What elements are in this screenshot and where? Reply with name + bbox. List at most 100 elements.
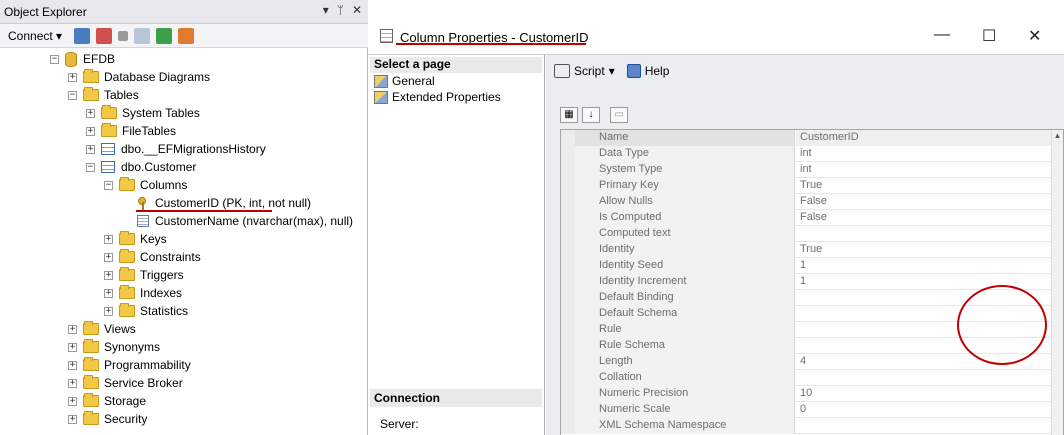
refresh-icon[interactable] <box>156 27 173 44</box>
property-value[interactable]: True <box>796 242 1053 258</box>
tree-node[interactable]: − dbo.Customer <box>86 158 196 176</box>
expand-icon[interactable]: + <box>68 360 77 370</box>
categorized-view-icon[interactable]: ▦ <box>560 107 578 123</box>
tree-node[interactable]: + Views <box>68 320 136 338</box>
expand-icon[interactable]: + <box>104 252 113 262</box>
property-row[interactable]: Data Type int <box>561 146 1063 162</box>
property-row[interactable]: Computed text <box>561 226 1063 242</box>
tree-node[interactable]: CustomerName (nvarchar(max), null) <box>122 212 353 230</box>
tree-node[interactable]: + Triggers <box>104 266 184 284</box>
property-value[interactable]: 10 <box>796 386 1053 402</box>
tree-node[interactable]: + Security <box>68 410 147 428</box>
close-icon[interactable]: ✕ <box>352 3 362 17</box>
tree-node-label: Programmability <box>104 358 191 372</box>
property-row[interactable]: Primary Key True <box>561 178 1063 194</box>
property-row[interactable]: System Type int <box>561 162 1063 178</box>
expand-icon[interactable]: + <box>104 288 113 298</box>
tree-node[interactable]: − Columns <box>104 176 187 194</box>
property-name: Length <box>561 354 795 370</box>
maximize-icon[interactable]: ☐ <box>982 26 996 46</box>
folder-icon <box>83 339 99 353</box>
script-button[interactable]: Script <box>574 64 605 78</box>
property-value[interactable]: int <box>796 162 1053 178</box>
property-grid-scrollbar[interactable]: ▲ <box>1051 130 1063 435</box>
script-icon <box>554 64 570 78</box>
minimize-icon[interactable]: — <box>934 26 950 44</box>
script-dropdown-icon[interactable]: ▾ <box>609 64 615 78</box>
property-row[interactable]: Identity Seed 1 <box>561 258 1063 274</box>
tree-node[interactable]: + dbo.__EFMigrationsHistory <box>86 140 266 158</box>
expand-icon[interactable]: + <box>68 324 77 334</box>
property-row[interactable]: Name CustomerID <box>561 130 1063 146</box>
property-row[interactable]: XML Schema Namespace <box>561 418 1063 434</box>
property-value[interactable]: True <box>796 178 1053 194</box>
page-item-general[interactable]: General <box>374 73 435 89</box>
expand-icon[interactable]: + <box>104 306 113 316</box>
tree-node[interactable]: + Storage <box>68 392 146 410</box>
tree-node[interactable]: + System Tables <box>86 104 200 122</box>
connect-object-icon[interactable] <box>74 27 91 44</box>
property-row[interactable]: Identity True <box>561 242 1063 258</box>
expand-icon[interactable]: + <box>86 108 95 118</box>
folder-icon <box>119 267 135 281</box>
tree-node[interactable]: + Keys <box>104 230 167 248</box>
property-value[interactable] <box>796 226 1053 242</box>
tree-node[interactable]: + Indexes <box>104 284 182 302</box>
properties-window-icon <box>380 29 393 43</box>
collapse-icon[interactable]: − <box>68 90 77 100</box>
filter-icon[interactable] <box>134 27 151 44</box>
tree-node[interactable]: − Tables <box>68 86 139 104</box>
property-row[interactable]: Collation <box>561 370 1063 386</box>
property-value[interactable] <box>796 370 1053 386</box>
property-row[interactable]: Numeric Scale 0 <box>561 402 1063 418</box>
folder-icon <box>101 123 117 137</box>
pin-icon[interactable]: ᛘ <box>337 3 344 17</box>
tree-node[interactable]: + Statistics <box>104 302 188 320</box>
property-value[interactable]: int <box>796 146 1053 162</box>
tree-node[interactable]: + Database Diagrams <box>68 68 210 86</box>
tree-node-label: Views <box>104 322 136 336</box>
expand-icon[interactable]: + <box>68 342 77 352</box>
property-value[interactable]: False <box>796 210 1053 226</box>
connect-button[interactable]: Connect ▾ <box>8 29 62 43</box>
property-name: Identity <box>561 242 795 258</box>
expand-icon[interactable]: + <box>104 270 113 280</box>
page-item-extended-properties[interactable]: Extended Properties <box>374 89 501 105</box>
property-value[interactable]: 0 <box>796 402 1053 418</box>
property-value[interactable]: False <box>796 194 1053 210</box>
tree-node[interactable]: + Programmability <box>68 356 191 374</box>
expand-icon[interactable]: + <box>68 378 77 388</box>
tree-node[interactable]: + FileTables <box>86 122 176 140</box>
property-value[interactable] <box>796 418 1053 434</box>
property-row[interactable]: Is Computed False <box>561 210 1063 226</box>
expand-icon[interactable]: + <box>68 414 77 424</box>
dropdown-icon[interactable]: ▾ <box>323 3 329 17</box>
properties-pane: Script ▾ Help ▦ ↓ ▭ Name CustomerID Data T… <box>546 55 1064 435</box>
activity-monitor-icon[interactable] <box>178 27 195 44</box>
property-row[interactable]: Numeric Precision 10 <box>561 386 1063 402</box>
close-window-icon[interactable]: ✕ <box>1028 26 1041 46</box>
disconnect-icon[interactable] <box>96 27 113 44</box>
expand-icon[interactable]: + <box>86 144 95 154</box>
help-button[interactable]: Help <box>645 64 670 78</box>
collapse-icon[interactable]: − <box>86 162 95 172</box>
tree-node[interactable]: + Synonyms <box>68 338 160 356</box>
property-value[interactable]: CustomerID <box>796 130 1053 146</box>
tree-node[interactable]: + Constraints <box>104 248 201 266</box>
stop-icon[interactable] <box>118 30 129 41</box>
property-pages-icon[interactable]: ▭ <box>610 107 628 123</box>
tree-node[interactable]: + Service Broker <box>68 374 183 392</box>
scroll-up-icon[interactable]: ▲ <box>1053 131 1062 140</box>
expand-icon[interactable]: + <box>86 126 95 136</box>
tree-node-label: System Tables <box>122 106 200 120</box>
alphabetical-sort-icon[interactable]: ↓ <box>582 107 600 123</box>
expand-icon[interactable]: + <box>104 234 113 244</box>
collapse-icon[interactable]: − <box>104 180 113 190</box>
property-row[interactable]: Allow Nulls False <box>561 194 1063 210</box>
property-value[interactable]: 1 <box>796 258 1053 274</box>
tree-node[interactable]: − EFDB <box>50 50 115 68</box>
expand-icon[interactable]: + <box>68 396 77 406</box>
collapse-icon[interactable]: − <box>50 54 59 64</box>
property-name: Primary Key <box>561 178 795 194</box>
expand-icon[interactable]: + <box>68 72 77 82</box>
